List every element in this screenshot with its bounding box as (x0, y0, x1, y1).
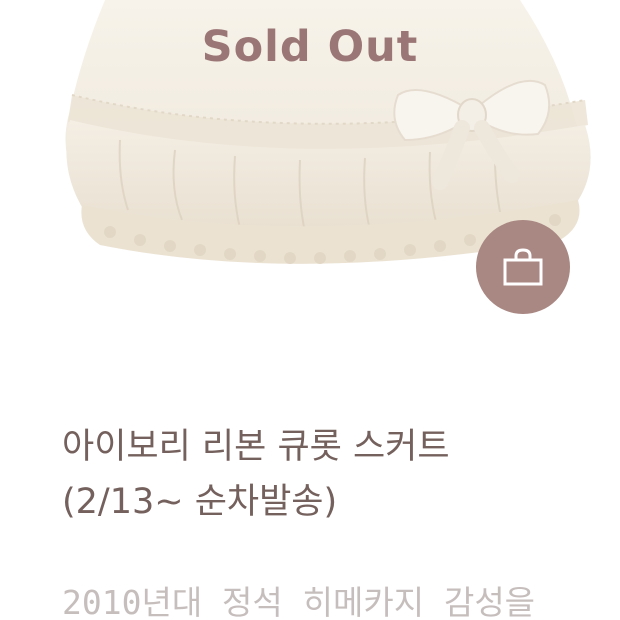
product-description: 2010년대 정석 히메카지 감성을 (62, 583, 536, 620)
add-to-cart-button[interactable] (476, 220, 570, 314)
shopping-bag-icon (503, 248, 543, 286)
product-title[interactable]: 아이보리 리본 큐롯 스커트 (2/13~ 순차발송) (62, 420, 602, 530)
product-title-line-2: (2/13~ 순차발송) (62, 482, 338, 522)
sold-out-label: Sold Out (201, 22, 419, 72)
product-title-line-1: 아이보리 리본 큐롯 스커트 (62, 427, 450, 467)
product-card: Sold Out 아이보리 리본 큐롯 스커트 (2/13~ 순차발송) 201… (0, 0, 620, 620)
